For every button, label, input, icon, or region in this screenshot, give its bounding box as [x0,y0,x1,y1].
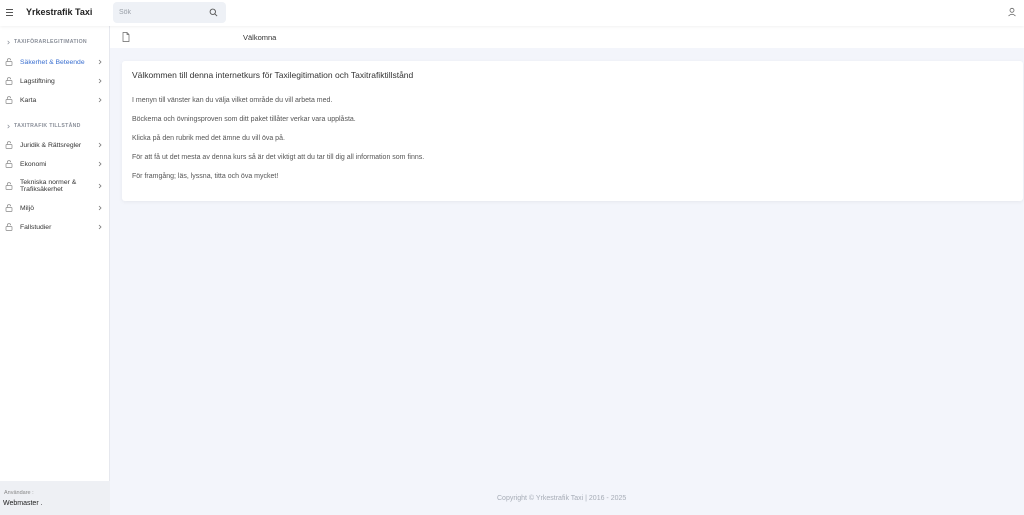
welcome-title: Välkommen till denna internetkurs för Ta… [132,70,414,80]
top-bar: Yrkestrafik Taxi [0,0,1024,26]
chevron-right-icon [98,142,102,148]
sidebar-item-sakerhet-beteende[interactable]: Säkerhet & Beteende [0,54,110,70]
sidebar-item-label: Karta [20,96,37,104]
search-icon[interactable] [209,8,218,17]
sidebar-item-lagstiftning[interactable]: Lagstiftning [0,73,110,89]
sidebar-item-label: Lagstiftning [20,77,55,85]
section-header-taxiforarlegitimation[interactable]: TAXIFÖRARLEGITIMATION [6,39,87,45]
lock-icon [5,96,13,104]
sidebar-item-ekonomi[interactable]: Ekonomi [0,156,110,172]
welcome-card: Välkommen till denna internetkurs för Ta… [122,61,1023,201]
brand-title[interactable]: Yrkestrafik Taxi [26,7,92,17]
menu-icon[interactable] [6,7,16,19]
lock-icon [5,77,13,85]
welcome-paragraph: Klicka på den rubrik med det ämne du vil… [132,135,285,142]
user-name: Webmaster . [3,500,43,507]
user-label: Användare : [4,490,34,496]
lock-icon [5,141,13,149]
chevron-right-icon [98,205,102,211]
breadcrumb-title: Välkomna [243,33,277,42]
chevron-right-icon [98,183,102,189]
lock-icon [5,58,13,66]
chevron-right-icon [98,224,102,230]
section-label: TAXIFÖRARLEGITIMATION [14,39,87,45]
sidebar-item-label: Ekonomi [20,160,47,168]
user-icon[interactable] [1007,7,1017,17]
sidebar-item-karta[interactable]: Karta [0,92,110,108]
sidebar-item-label: Fallstudier [20,223,52,231]
search-input[interactable] [119,5,204,20]
sidebar-item-tekniska-normer[interactable]: Tekniska normer & Trafiksäkerhet [0,177,110,195]
welcome-paragraph: I menyn till vänster kan du välja vilket… [132,97,333,104]
sidebar-item-miljo[interactable]: Miljö [0,200,110,216]
document-icon [122,32,130,42]
sidebar-item-label: Miljö [20,204,34,212]
chevron-right-icon [98,59,102,65]
user-info: Användare : Webmaster . [0,481,110,515]
section-label: TAXITRAFIK TILLSTÅND [14,123,81,129]
sidebar-item-fallstudier[interactable]: Fallstudier [0,219,110,235]
chevron-right-icon [98,97,102,103]
breadcrumb: Välkomna [110,26,1024,48]
chevron-right-icon [98,161,102,167]
sidebar-item-label: Tekniska normer & Trafiksäkerhet [20,179,77,193]
sidebar-item-label: Juridik & Rättsregler [20,141,82,149]
chevron-right-icon [7,124,10,128]
lock-icon [5,204,13,212]
chevron-right-icon [7,40,10,44]
lock-icon [5,223,13,231]
lock-icon [5,182,13,190]
welcome-paragraph: För framgång; läs, lyssna, titta och öva… [132,173,279,180]
footer-copyright: Copyright © Yrkestrafik Taxi | 2016 - 20… [497,495,627,502]
welcome-paragraph: Böckerna och övningsproven som ditt pake… [132,116,356,123]
section-header-taxitrafik-tillstand[interactable]: TAXITRAFIK TILLSTÅND [6,123,81,129]
welcome-paragraph: För att få ut det mesta av denna kurs så… [132,154,425,161]
sidebar: TAXIFÖRARLEGITIMATION Säkerhet & Beteend… [0,26,110,515]
sidebar-item-juridik[interactable]: Juridik & Rättsregler [0,137,110,153]
sidebar-item-label: Säkerhet & Beteende [20,58,85,66]
lock-icon [5,160,13,168]
chevron-right-icon [98,78,102,84]
search-box [113,2,226,23]
